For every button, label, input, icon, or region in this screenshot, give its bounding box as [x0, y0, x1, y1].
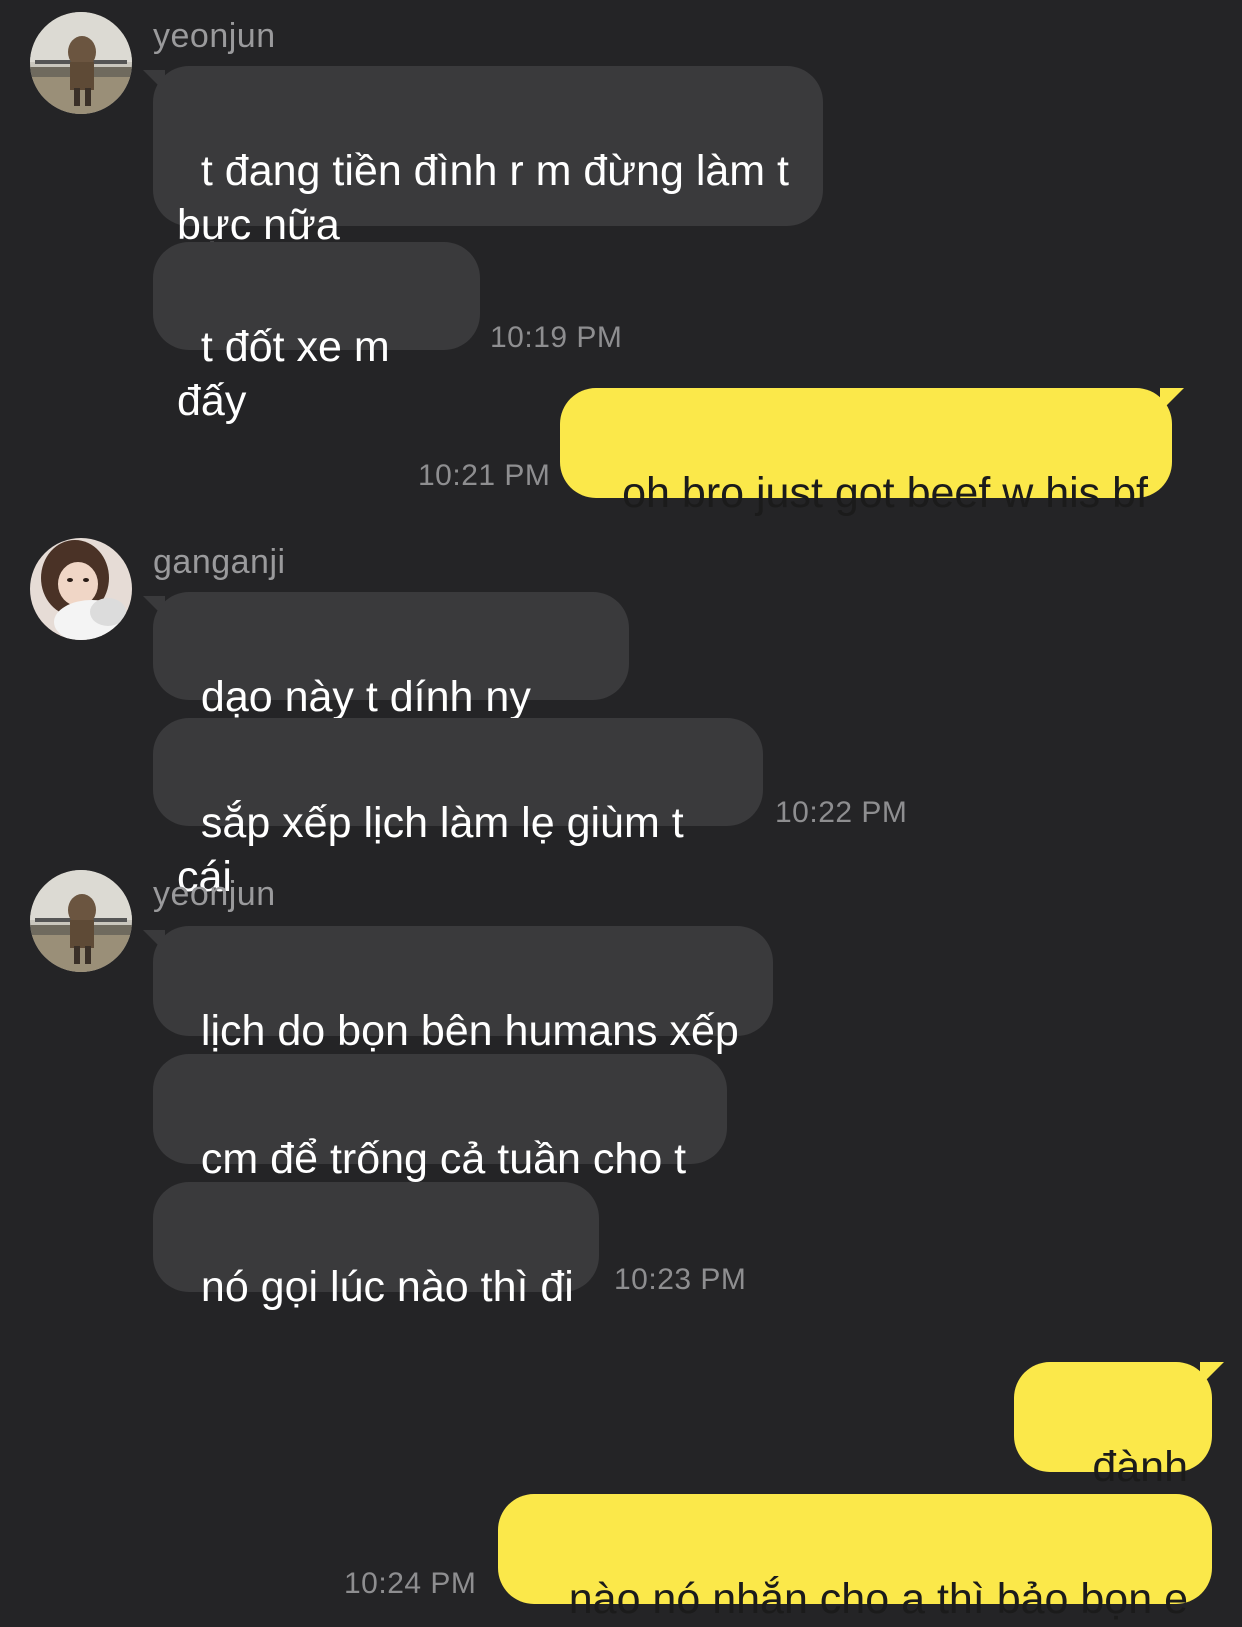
avatar-ganganji[interactable]: [30, 538, 132, 640]
message-text: lịch do bọn bên humans xếp: [200, 1007, 739, 1055]
message-bubble[interactable]: lịch do bọn bên humans xếp: [153, 926, 773, 1055]
timestamp: 10:24 PM: [344, 1567, 477, 1600]
message-bubble[interactable]: nó gọi lúc nào thì đi: [153, 1182, 599, 1311]
message-bubble-outgoing[interactable]: nào nó nhắn cho a thì bảo bọn e: [498, 1494, 1212, 1623]
sender-name: yeonjun: [153, 875, 276, 913]
message-bubble-outgoing[interactable]: oh bro just got beef w his bf: [560, 388, 1172, 517]
message-bubble[interactable]: t đang tiền đình r m đừng làm t bực nữa: [153, 66, 823, 249]
message-text: t đốt xe m đấy: [177, 323, 402, 425]
bubble-tail: [1200, 1362, 1224, 1386]
message-text: oh bro just got beef w his bf: [622, 469, 1148, 517]
sender-name: yeonjun: [153, 17, 276, 55]
message-text: cm để trống cả tuần cho t: [200, 1135, 687, 1183]
message-text: t đang tiền đình r m đừng làm t bực nữa: [177, 147, 790, 249]
sender-name: ganganji: [153, 543, 286, 581]
bubble-tail: [1160, 388, 1184, 412]
timestamp: 10:21 PM: [418, 459, 551, 492]
message-text: nào nó nhắn cho a thì bảo bọn e: [568, 1575, 1188, 1623]
timestamp: 10:19 PM: [490, 321, 623, 354]
message-bubble[interactable]: sắp xếp lịch làm lẹ giùm t cái: [153, 718, 763, 901]
message-bubble-outgoing[interactable]: đành v: [1014, 1362, 1212, 1545]
message-bubble[interactable]: cm để trống cả tuần cho t: [153, 1054, 727, 1183]
timestamp: 10:22 PM: [775, 796, 908, 829]
timestamp: 10:23 PM: [614, 1263, 747, 1296]
avatar-yeonjun[interactable]: [30, 12, 132, 114]
message-bubble[interactable]: dạo này t dính ny 24/7: [153, 592, 629, 775]
avatar-yeonjun[interactable]: [30, 870, 132, 972]
message-text: nó gọi lúc nào thì đi: [200, 1263, 574, 1311]
message-bubble[interactable]: t đốt xe m đấy: [153, 242, 480, 425]
